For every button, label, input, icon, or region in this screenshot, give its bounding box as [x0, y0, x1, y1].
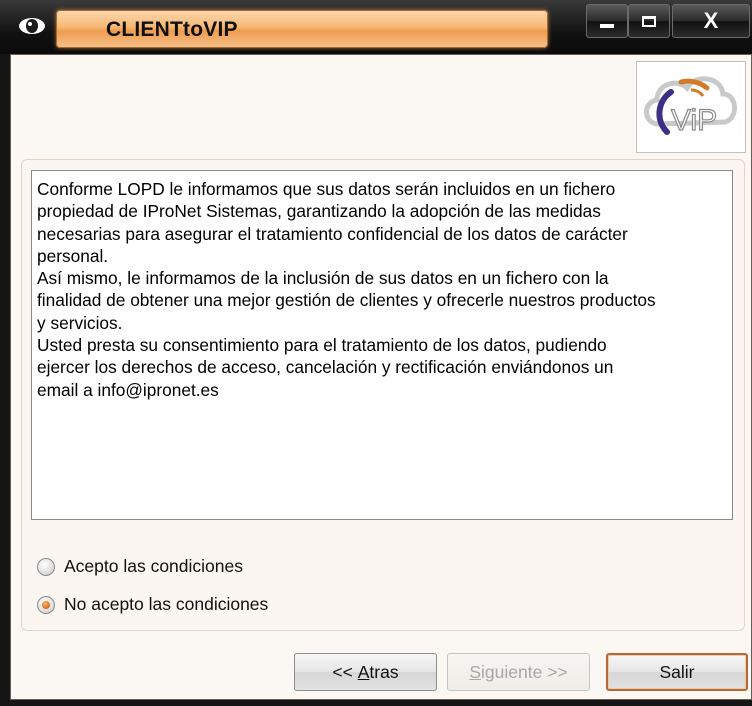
- radio-accept-label[interactable]: Acepto las condiciones: [64, 556, 243, 577]
- back-button-prefix: <<: [332, 661, 358, 682]
- minimize-button[interactable]: [586, 4, 628, 38]
- close-icon: X: [703, 8, 719, 33]
- lopd-text: Conforme LOPD le informamos que sus dato…: [37, 179, 656, 400]
- app-eye-icon[interactable]: [16, 12, 48, 40]
- radio-not-accept[interactable]: No acepto las condiciones: [37, 594, 268, 615]
- back-button[interactable]: << Atras: [294, 653, 437, 691]
- lopd-textbox[interactable]: Conforme LOPD le informamos que sus dato…: [31, 170, 733, 520]
- title-bar[interactable]: CLIENTtoVIP X: [0, 0, 752, 54]
- back-button-rest: tras: [369, 661, 399, 682]
- dialog-body: ViP Conforme LOPD le informamos que sus …: [10, 54, 752, 700]
- logo-text: ViP: [671, 104, 717, 137]
- next-button-rest: iguiente >>: [481, 661, 568, 682]
- next-button[interactable]: Siguiente >>: [447, 653, 590, 691]
- radio-accept-circle[interactable]: [37, 557, 55, 576]
- vip-logo: ViP: [636, 61, 746, 153]
- radio-not-accept-circle[interactable]: [37, 595, 55, 614]
- app-window: CLIENTtoVIP X ViP Conforme LOPD le infor…: [0, 0, 752, 706]
- close-button[interactable]: X: [672, 4, 750, 38]
- maximize-icon: [642, 15, 656, 27]
- back-button-accel: A: [357, 661, 370, 682]
- content-panel: Conforme LOPD le informamos que sus dato…: [21, 159, 745, 631]
- window-title: CLIENTtoVIP: [106, 18, 238, 41]
- next-button-accel: S: [469, 661, 482, 682]
- maximize-button[interactable]: [628, 4, 670, 38]
- exit-button[interactable]: Salir: [606, 653, 748, 691]
- exit-button-label: Salir: [659, 661, 695, 682]
- radio-not-accept-label[interactable]: No acepto las condiciones: [64, 594, 268, 615]
- radio-accept[interactable]: Acepto las condiciones: [37, 556, 243, 577]
- minimize-icon: [600, 24, 614, 28]
